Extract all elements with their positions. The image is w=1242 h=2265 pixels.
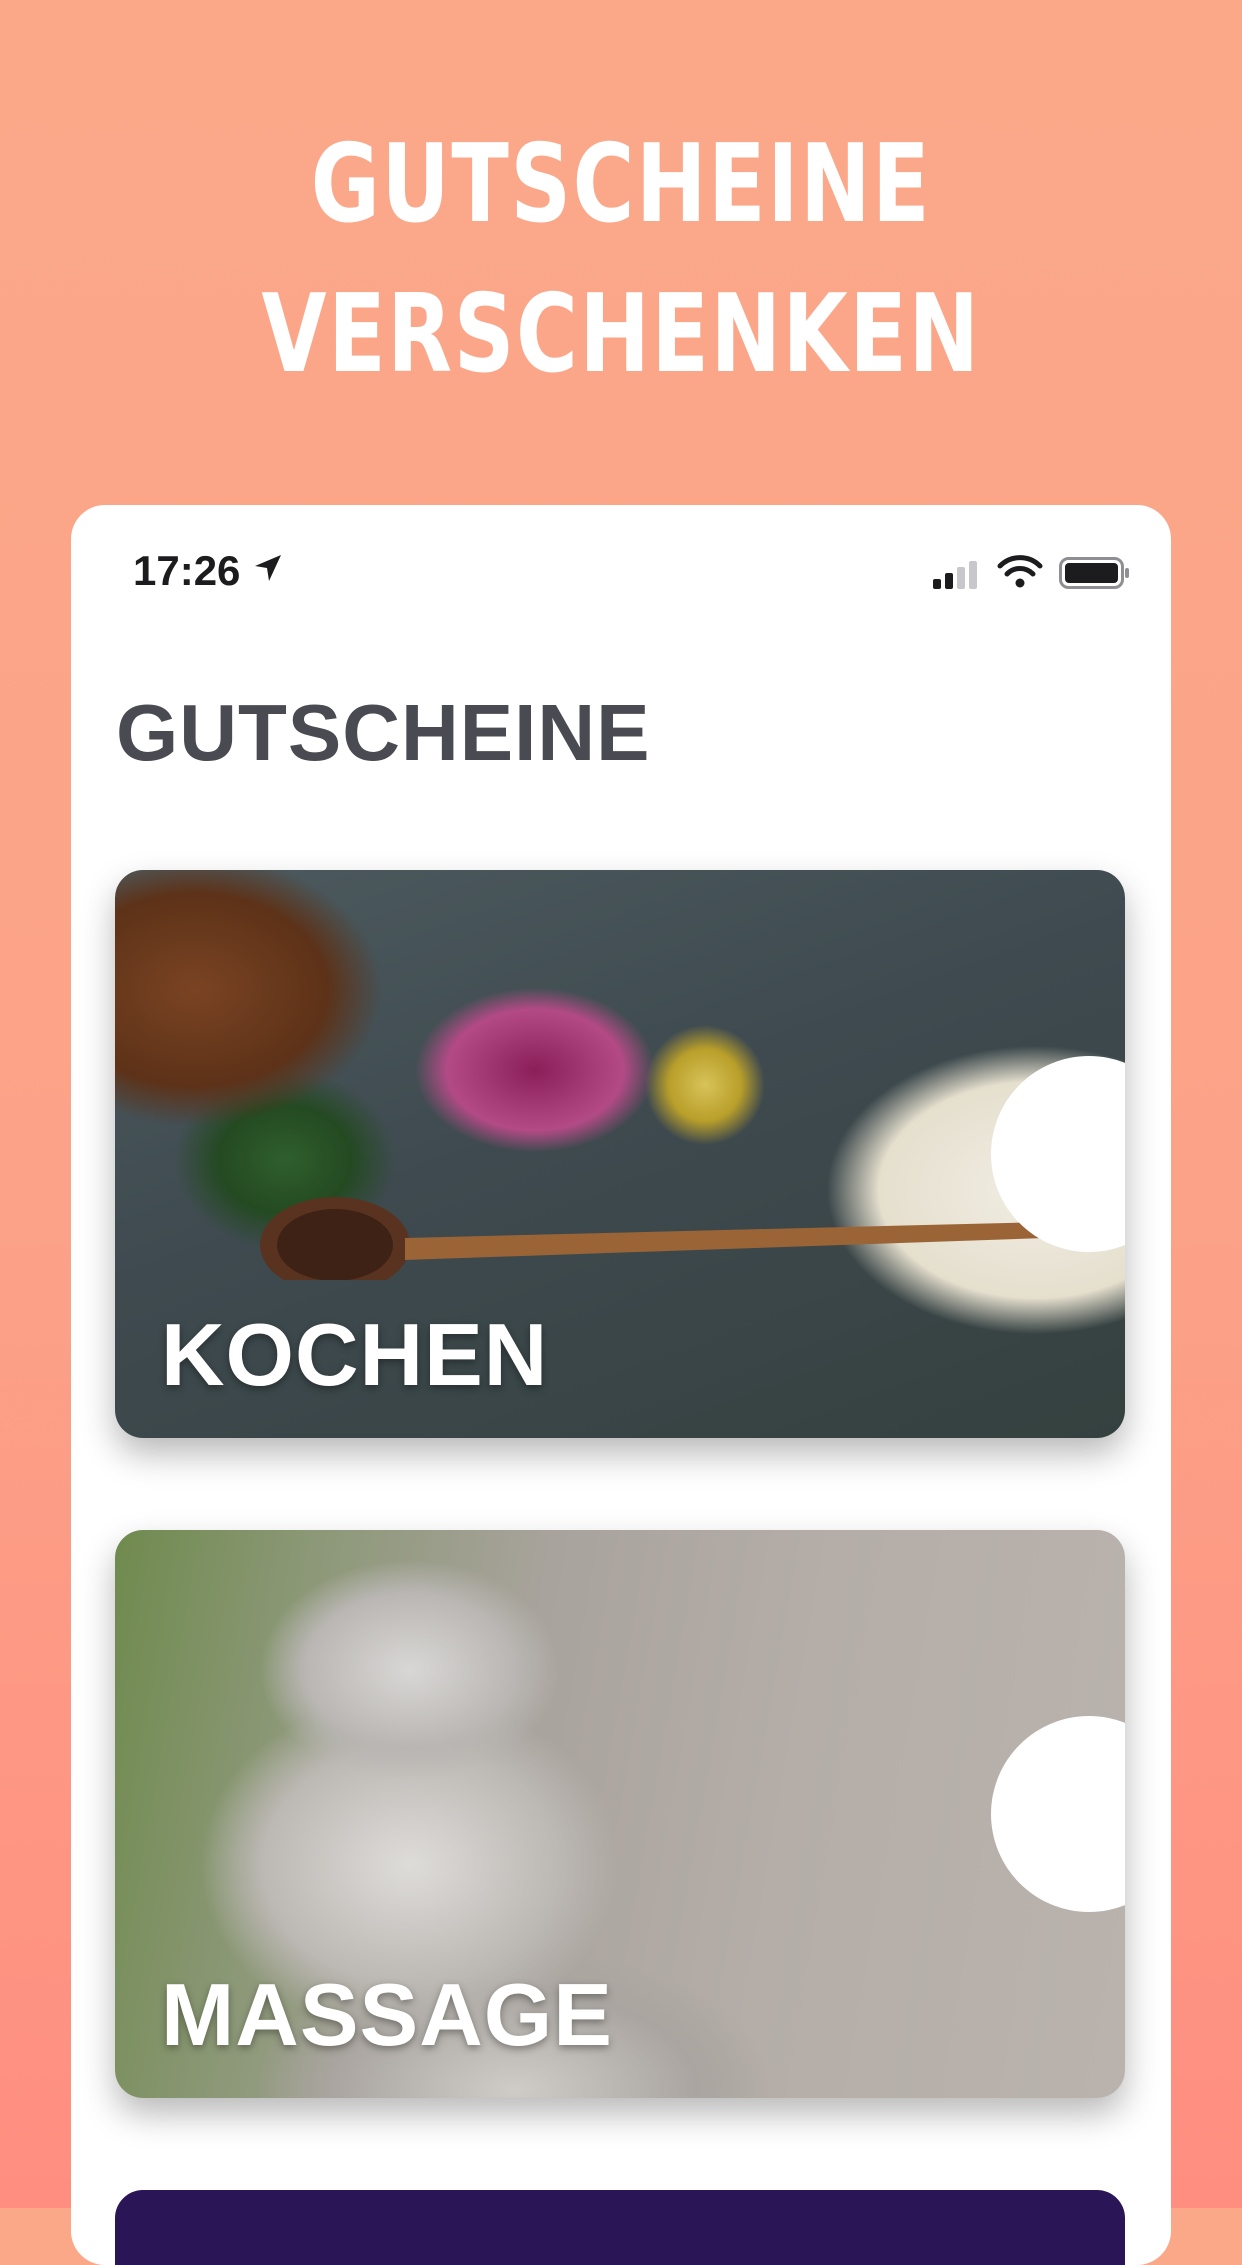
location-arrow-icon bbox=[253, 553, 283, 588]
promo-headline-line2: VERSCHENKEN bbox=[261, 272, 981, 397]
wifi-icon bbox=[997, 555, 1043, 594]
card-label-kochen: KOCHEN bbox=[161, 1305, 549, 1404]
promo-headline-line1: GUTSCHEINE bbox=[310, 122, 932, 247]
voucher-card-kochen[interactable]: KOCHEN bbox=[115, 870, 1125, 1438]
cellular-signal-icon bbox=[933, 560, 983, 595]
page-title: GUTSCHEINE bbox=[116, 688, 651, 777]
ticket-notch bbox=[991, 1716, 1125, 1912]
status-bar: 17:26 bbox=[71, 505, 1171, 645]
battery-icon bbox=[1059, 557, 1131, 594]
phone-screen: 17:26 GUTSCHEINE KOCHEN MASSAGE bbox=[71, 505, 1171, 2265]
card-label-massage: MASSAGE bbox=[161, 1965, 613, 2064]
wooden-spoon-illustration bbox=[260, 1197, 1049, 1280]
promo-headline: GUTSCHEINE VERSCHENKEN bbox=[137, 110, 1106, 410]
voucher-card-partial[interactable] bbox=[115, 2190, 1125, 2265]
voucher-card-massage[interactable]: MASSAGE bbox=[115, 1530, 1125, 2098]
status-time: 17:26 bbox=[133, 547, 241, 594]
